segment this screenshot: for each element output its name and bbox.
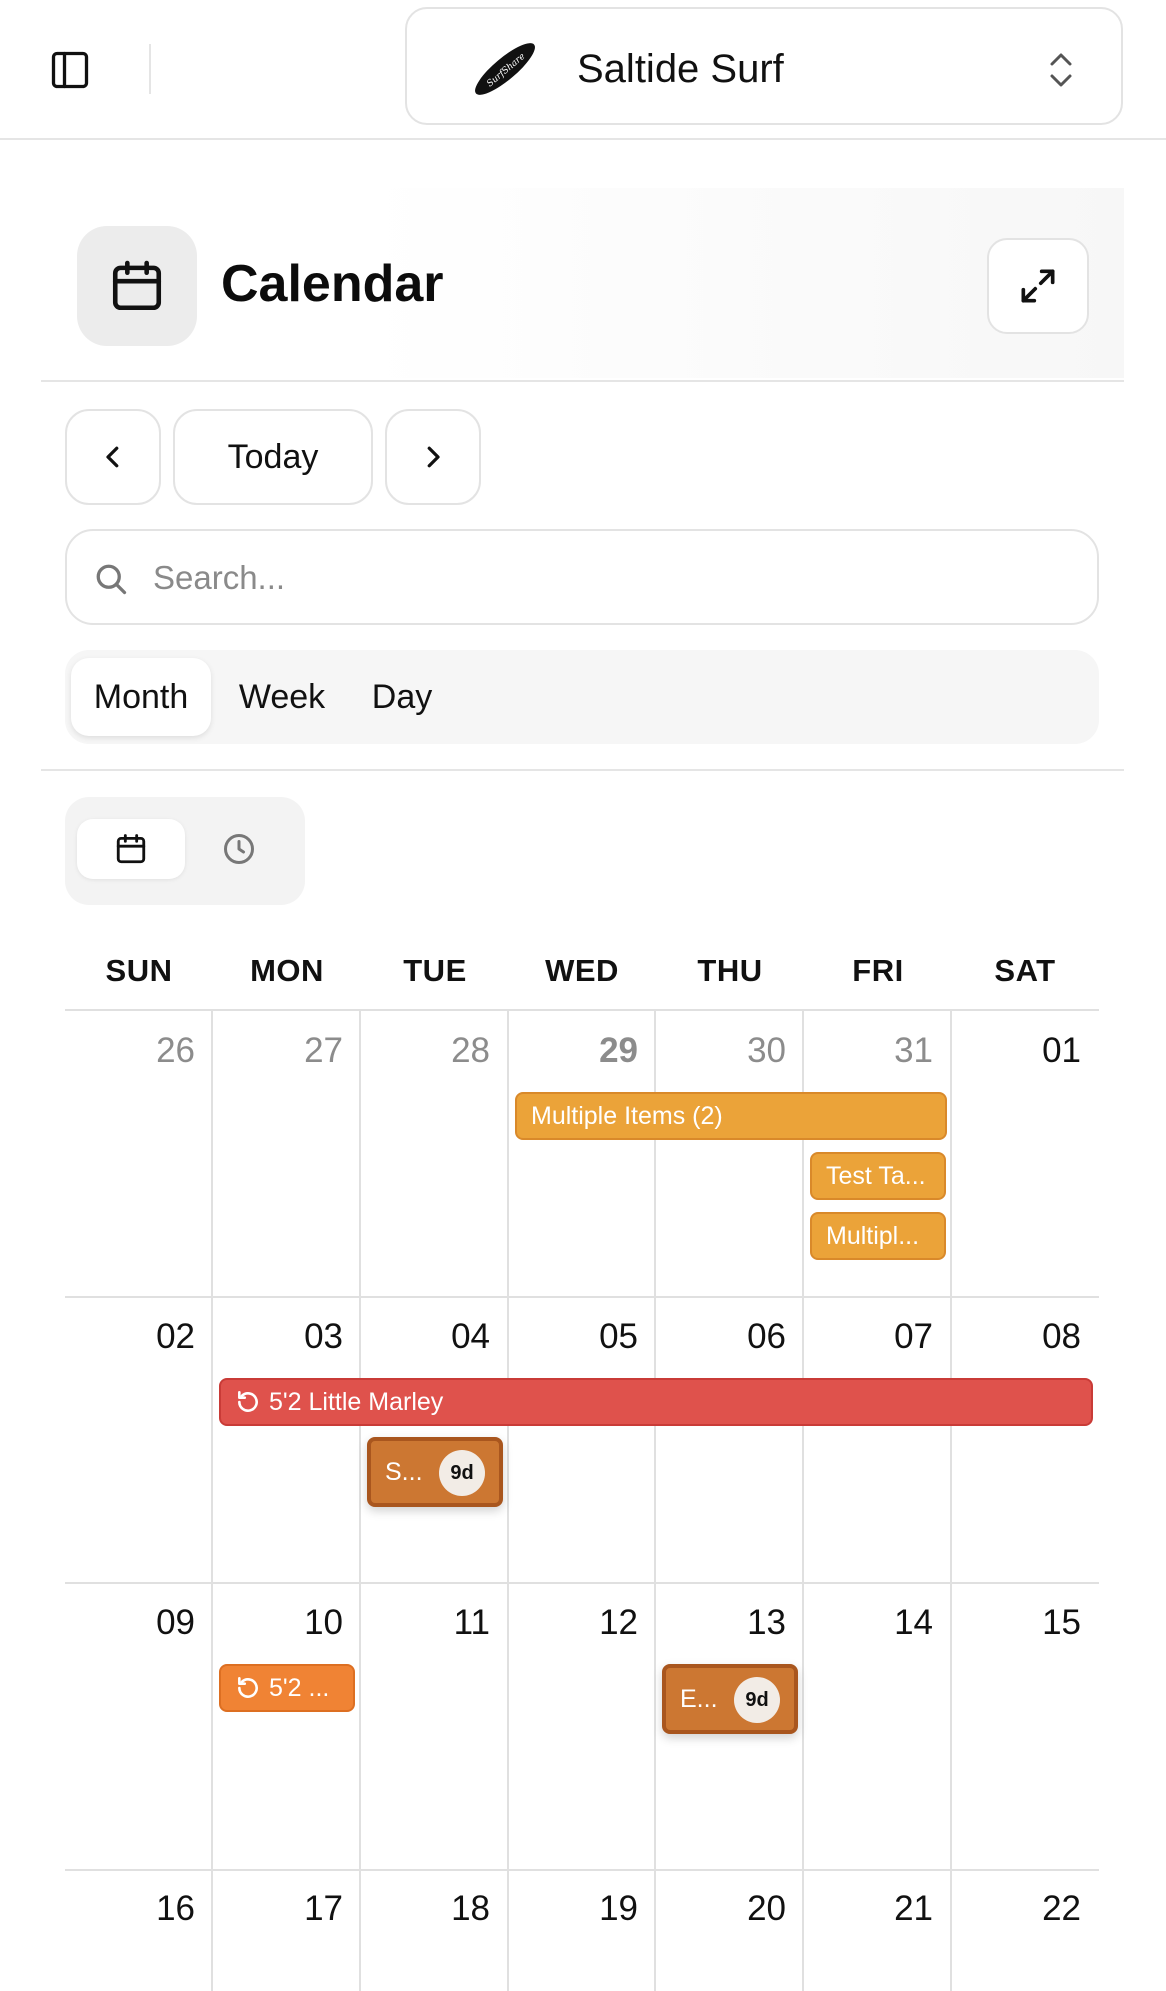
- sidebar-toggle-icon[interactable]: [46, 46, 94, 94]
- search-field: [65, 529, 1099, 625]
- calendar-event[interactable]: Multiple Items (2): [515, 1092, 947, 1140]
- day-number[interactable]: 04: [370, 1317, 490, 1357]
- weekday-label: SUN: [105, 953, 173, 988]
- day-number[interactable]: 06: [666, 1317, 786, 1357]
- day-number[interactable]: 13: [666, 1603, 786, 1643]
- recurring-icon: [238, 1390, 258, 1412]
- chevron-right-icon: [427, 446, 440, 468]
- day-number[interactable]: 20: [666, 1889, 786, 1929]
- day-number[interactable]: 31: [813, 1031, 933, 1071]
- timeline-mode-button[interactable]: [185, 819, 293, 879]
- grid-line: [211, 1011, 213, 1991]
- day-number[interactable]: 07: [813, 1317, 933, 1357]
- day-number[interactable]: 16: [75, 1889, 195, 1929]
- search-input[interactable]: [153, 551, 1053, 605]
- grid-line: [65, 1869, 1099, 1871]
- day-number[interactable]: 10: [223, 1603, 343, 1643]
- day-number[interactable]: 02: [75, 1317, 195, 1357]
- day-number[interactable]: 11: [370, 1603, 490, 1643]
- chevrons-up-down-icon: [1045, 49, 1077, 91]
- divider: [149, 44, 151, 94]
- clock-icon: [224, 834, 254, 864]
- day-number[interactable]: 03: [223, 1317, 343, 1357]
- grid-line: [950, 1011, 952, 1991]
- event-label: Multiple Items (2): [531, 1101, 723, 1130]
- calendar-event[interactable]: Test Ta...: [810, 1152, 946, 1200]
- calendar-event[interactable]: Multipl...: [810, 1212, 946, 1260]
- day-number[interactable]: 21: [813, 1889, 933, 1929]
- search-icon: [96, 564, 127, 595]
- grid-line: [65, 1582, 1099, 1584]
- calendar-event-recurring[interactable]: 5'2 Little Marley: [219, 1378, 1093, 1426]
- day-number[interactable]: 08: [961, 1317, 1081, 1357]
- divider: [41, 769, 1124, 771]
- day-number[interactable]: 22: [961, 1889, 1081, 1929]
- event-label: S...: [385, 1457, 423, 1486]
- calendar-icon: [116, 834, 146, 864]
- day-number[interactable]: 14: [813, 1603, 933, 1643]
- duration-badge: 9d: [734, 1677, 780, 1723]
- event-label: Multipl...: [826, 1221, 920, 1250]
- page-header: Calendar: [41, 188, 1124, 382]
- event-label: 5'2 ...: [269, 1673, 330, 1702]
- weekday-label: MON: [250, 953, 324, 988]
- tab-week[interactable]: Week: [217, 658, 347, 736]
- grid-line: [507, 1011, 509, 1991]
- weekday-header: SUN MON TUE WED THU FRI SAT: [65, 925, 1099, 1011]
- day-number[interactable]: 12: [518, 1603, 638, 1643]
- grid-line: [359, 1011, 361, 1991]
- weekday-label: TUE: [403, 953, 467, 988]
- day-number[interactable]: 05: [518, 1317, 638, 1357]
- day-number[interactable]: 27: [223, 1031, 343, 1071]
- tab-month[interactable]: Month: [71, 658, 211, 736]
- event-label: 5'2 Little Marley: [269, 1387, 444, 1416]
- page-title: Calendar: [221, 255, 444, 313]
- chevron-left-icon: [106, 446, 119, 468]
- event-label: E...: [680, 1684, 718, 1713]
- grid-line: [654, 1011, 656, 1991]
- weekday-label: WED: [545, 953, 619, 988]
- today-button[interactable]: Today: [173, 409, 373, 505]
- day-number[interactable]: 15: [961, 1603, 1081, 1643]
- calendar-event-recurring[interactable]: 5'2 ...: [219, 1664, 355, 1712]
- day-number[interactable]: 17: [223, 1889, 343, 1929]
- day-number[interactable]: 01: [961, 1031, 1081, 1071]
- organization-name: Saltide Surf: [577, 47, 784, 91]
- day-number-today[interactable]: 29: [518, 1031, 638, 1071]
- day-number[interactable]: 19: [518, 1889, 638, 1929]
- calendar-mode-button[interactable]: [77, 819, 185, 879]
- previous-month-button[interactable]: [65, 409, 161, 505]
- event-label: Test Ta...: [826, 1161, 926, 1190]
- weekday-label: FRI: [852, 953, 904, 988]
- calendar-icon: [77, 226, 197, 346]
- weekday-label: THU: [697, 953, 763, 988]
- weekday-label: SAT: [994, 953, 1056, 988]
- grid-line: [65, 1296, 1099, 1298]
- tab-day[interactable]: Day: [347, 658, 457, 736]
- next-month-button[interactable]: [385, 409, 481, 505]
- day-number[interactable]: 30: [666, 1031, 786, 1071]
- duration-badge: 9d: [439, 1450, 485, 1496]
- expand-icon: [1021, 269, 1055, 303]
- view-tabs: Month Week Day: [65, 650, 1099, 744]
- day-number[interactable]: 26: [75, 1031, 195, 1071]
- month-calendar: SUN MON TUE WED THU FRI SAT 26 27 28 29 …: [65, 925, 1099, 1991]
- day-number[interactable]: 09: [75, 1603, 195, 1643]
- calendar-event-multi-day[interactable]: E... 9d: [662, 1664, 798, 1734]
- calendar-event-multi-day[interactable]: S... 9d: [367, 1437, 503, 1507]
- top-bar: SurfShare Saltide Surf: [0, 0, 1166, 140]
- recurring-icon: [238, 1676, 258, 1698]
- day-number[interactable]: 28: [370, 1031, 490, 1071]
- grid-line: [802, 1011, 804, 1991]
- calendar-mode-toggle: [65, 797, 305, 905]
- expand-button[interactable]: [987, 238, 1089, 334]
- day-number[interactable]: 18: [370, 1889, 490, 1929]
- organization-switcher[interactable]: SurfShare Saltide Surf: [405, 7, 1123, 125]
- surfboard-logo-icon: SurfShare: [469, 35, 541, 103]
